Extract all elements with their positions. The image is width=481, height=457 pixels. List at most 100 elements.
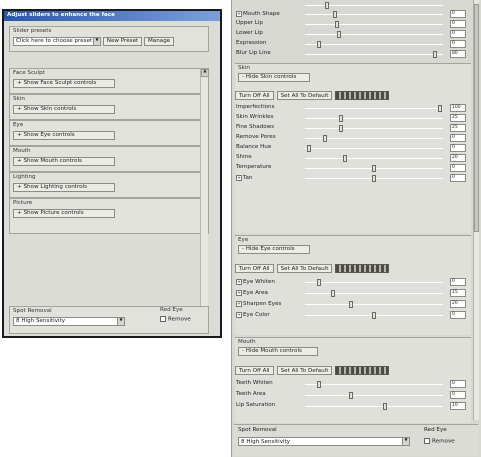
set-all-default-button[interactable]: Set All To Default (276, 366, 333, 375)
slider-value[interactable]: 0 (450, 40, 466, 48)
scroll-up-icon[interactable]: ▲ (201, 69, 209, 77)
show-skin-button[interactable]: + Show Skin controls (13, 104, 115, 114)
slider-thumb[interactable] (307, 145, 311, 152)
hide-skin-button[interactable]: - Hide Skin controls (238, 72, 310, 82)
preset-select[interactable]: Click here to choose preset ▼ (13, 36, 101, 46)
turn-off-all-button[interactable]: Turn Off All (235, 366, 274, 375)
slider-track[interactable] (305, 11, 443, 18)
sliders-panel: + Mouth Shape 0 Upper Lip 0 Lower Lip 0 E… (231, 0, 481, 457)
slider-thumb[interactable] (372, 165, 376, 172)
expand-icon[interactable]: + (236, 175, 242, 181)
slider-track[interactable] (305, 115, 443, 122)
slider-thumb[interactable] (339, 125, 343, 132)
slider-track[interactable] (305, 301, 443, 308)
dialog-scrollbar[interactable]: ▲ ▼ (200, 69, 209, 325)
slider-label: Sharpen Eyes (243, 301, 282, 307)
slider-thumb[interactable] (331, 290, 335, 297)
slider-thumb[interactable] (349, 392, 353, 399)
slider-value[interactable]: 0 (450, 174, 466, 182)
mouth-button-row: Turn Off All Set All To Default (235, 366, 390, 375)
show-face-sculpt-button[interactable]: + Show Face Sculpt controls (13, 78, 115, 88)
slider-track[interactable] (305, 21, 443, 28)
slider-value[interactable]: 20 (450, 154, 466, 162)
slider-value[interactable]: 0 (450, 10, 466, 18)
slider-track[interactable] (305, 135, 443, 142)
slider-track[interactable] (305, 31, 443, 38)
slider-value[interactable]: 15 (450, 289, 466, 297)
spot-removal-select[interactable]: 8 High Sensitivity ▼ (238, 437, 410, 446)
slider-value[interactable]: 0 (450, 278, 466, 286)
slider-thumb[interactable] (349, 301, 353, 308)
expand-icon[interactable]: + (236, 11, 242, 17)
slider-track[interactable] (305, 381, 443, 388)
slider-value[interactable]: 0 (450, 380, 466, 388)
turn-off-all-button[interactable]: Turn Off All (235, 91, 274, 100)
set-all-default-button[interactable]: Set All To Default (276, 264, 333, 273)
slider-track[interactable] (305, 51, 443, 58)
slider-track[interactable] (305, 125, 443, 132)
slider-value[interactable]: 0 (450, 164, 466, 172)
slider-thumb[interactable] (317, 381, 321, 388)
show-lighting-button[interactable]: + Show Lighting controls (13, 182, 115, 192)
slider-value[interactable]: 20 (450, 300, 466, 308)
slider-track[interactable] (305, 155, 443, 162)
expand-icon[interactable]: + (236, 301, 242, 307)
expand-icon[interactable]: + (236, 290, 242, 296)
slider-thumb[interactable] (317, 41, 321, 48)
slider-thumb[interactable] (372, 312, 376, 319)
spot-removal-select[interactable]: 8 High Sensitivity ▼ (13, 316, 125, 326)
manage-presets-button[interactable]: Manage (143, 36, 175, 46)
slider-track[interactable] (305, 392, 443, 399)
slider-thumb[interactable] (337, 31, 341, 38)
slider-thumb[interactable] (317, 279, 321, 286)
slider-track[interactable] (305, 279, 443, 286)
slider-thumb[interactable] (335, 21, 339, 28)
slider-value[interactable]: 80 (450, 50, 466, 58)
slider-value[interactable]: 25 (450, 124, 466, 132)
slider-thumb[interactable] (383, 403, 387, 410)
slider-value[interactable]: 10 (450, 402, 466, 410)
slider-thumb[interactable] (339, 115, 343, 122)
slider-value[interactable]: 0 (450, 391, 466, 399)
slider-label: Balance Hue (236, 144, 272, 150)
turn-off-all-button[interactable]: Turn Off All (235, 264, 274, 273)
panel-scrollbar[interactable] (473, 0, 479, 420)
slider-value[interactable]: 0 (450, 144, 466, 152)
hide-mouth-button[interactable]: - Hide Mouth controls (238, 346, 318, 356)
slider-track[interactable] (305, 403, 443, 410)
expand-icon[interactable]: + (236, 312, 242, 318)
slider-thumb[interactable] (372, 175, 376, 182)
slider-track[interactable] (305, 41, 443, 48)
slider-track[interactable] (305, 105, 443, 112)
slider-value[interactable]: 100 (450, 104, 466, 112)
slider-thumb[interactable] (325, 2, 329, 9)
slider-track[interactable] (305, 145, 443, 152)
red-eye-checkbox[interactable] (160, 315, 166, 322)
scrollbar-thumb[interactable] (474, 4, 479, 232)
slider-track[interactable] (305, 165, 443, 172)
slider-value[interactable]: 0 (450, 30, 466, 38)
show-eye-button[interactable]: + Show Eye controls (13, 130, 115, 140)
slider-value[interactable]: 25 (450, 114, 466, 122)
slider-thumb[interactable] (438, 105, 442, 112)
slider-thumb[interactable] (433, 51, 437, 58)
hide-eye-button[interactable]: - Hide Eye controls (238, 244, 310, 254)
slider-thumb[interactable] (323, 135, 327, 142)
slider-track[interactable] (305, 290, 443, 297)
red-eye-checkbox[interactable] (424, 438, 430, 444)
show-mouth-button[interactable]: + Show Mouth controls (13, 156, 115, 166)
slider-row-teeth-whiten: Teeth Whiten 0 (235, 380, 467, 388)
show-picture-button[interactable]: + Show Picture controls (13, 208, 115, 218)
slider-value[interactable]: 0 (450, 20, 466, 28)
new-preset-button[interactable]: New Preset (102, 36, 143, 46)
slider-track[interactable] (305, 175, 443, 182)
slider-track[interactable] (305, 312, 443, 319)
slider-row-mouth-shape: + Mouth Shape 0 (235, 10, 467, 18)
expand-icon[interactable]: + (236, 279, 242, 285)
slider-thumb[interactable] (343, 155, 347, 162)
slider-track[interactable] (305, 2, 443, 9)
slider-thumb[interactable] (333, 11, 337, 18)
slider-value[interactable]: 0 (450, 311, 466, 319)
set-all-default-button[interactable]: Set All To Default (276, 91, 333, 100)
slider-value[interactable]: 0 (450, 134, 466, 142)
